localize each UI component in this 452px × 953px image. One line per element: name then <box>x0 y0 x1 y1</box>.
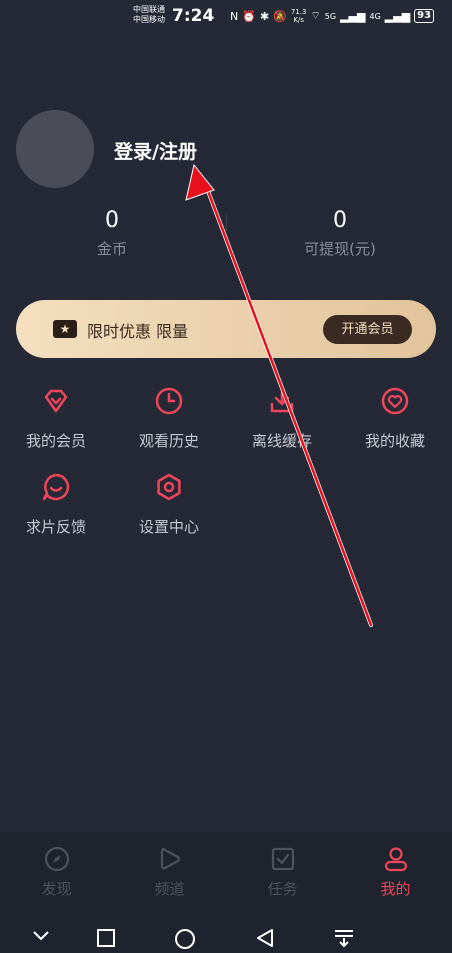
user-icon <box>384 847 407 872</box>
net-speed-value: 71.3 <box>290 8 307 16</box>
menu-label: 设置中心 <box>138 518 199 536</box>
system-nav-bar <box>0 906 452 953</box>
menu-label: 我的收藏 <box>364 432 425 450</box>
bottom-tab-bar: 发现 频道 任务 我的 <box>0 832 452 906</box>
signal-bars-icon-2: ▂▄▆ <box>384 9 411 23</box>
menu-label: 求片反馈 <box>25 518 86 536</box>
heart-icon <box>381 387 409 415</box>
open-vip-button[interactable]: 开通会员 <box>323 315 412 344</box>
task-icon <box>271 847 294 871</box>
nfc-icon: N <box>230 9 239 23</box>
cash-value: 0 <box>333 208 347 233</box>
avatar[interactable] <box>16 110 94 188</box>
carrier-info: 中国联通 中国移动 <box>133 5 165 25</box>
battery-indicator: 93 <box>414 9 435 23</box>
signal-5g: 5G <box>324 11 337 21</box>
carrier-1: 中国联通 <box>133 5 165 14</box>
tab-label: 频道 <box>154 880 185 898</box>
menu-label: 观看历史 <box>138 432 199 450</box>
signal-4g: 4G <box>369 11 381 21</box>
status-bar: 中国联通 中国移动 7:24 N ⏰ ✱ 🔕 71.3 K/s ⌔ 5G ▂▄▆… <box>0 0 452 34</box>
tab-channels[interactable]: 频道 <box>113 846 226 899</box>
settings-icon <box>157 473 181 501</box>
stats-divider <box>226 215 227 231</box>
vip-promo-banner[interactable]: ★ 限时优惠 限量 开通会员 <box>16 300 436 358</box>
menu-label: 我的会员 <box>25 432 86 450</box>
coins-stat[interactable]: 0 金币 <box>52 208 172 259</box>
menu-watch-history[interactable]: 观看历史 <box>113 386 225 451</box>
download-icon <box>270 388 294 413</box>
bluetooth-icon: ✱ <box>259 9 270 23</box>
net-speed-unit: K/s <box>293 16 304 24</box>
diamond-icon <box>44 389 68 413</box>
signal-bars-icon: ▂▄▆ <box>340 9 366 23</box>
wifi-icon: ⌔ <box>310 9 321 22</box>
tab-discover[interactable]: 发现 <box>0 846 113 899</box>
carrier-2: 中国移动 <box>133 15 165 24</box>
menu-offline-cache[interactable]: 离线缓存 <box>226 386 338 451</box>
chat-icon <box>42 473 70 501</box>
menu-request-feedback[interactable]: 求片反馈 <box>0 472 112 537</box>
compass-icon <box>44 846 69 872</box>
tab-tasks[interactable]: 任务 <box>226 846 339 899</box>
status-icons: N ⏰ ✱ 🔕 71.3 K/s ⌔ 5G ▂▄▆ 4G ▂▄▆ 93 <box>230 8 435 24</box>
tab-mine[interactable]: 我的 <box>339 846 452 899</box>
vip-promo-text: 限时优惠 限量 <box>87 322 189 341</box>
tab-label: 发现 <box>41 880 72 898</box>
net-speed: 71.3 K/s <box>291 8 307 24</box>
notification-drawer-icon[interactable] <box>333 928 355 948</box>
ticket-star-icon: ★ <box>53 320 77 338</box>
home-circle-icon[interactable] <box>174 928 196 950</box>
menu-settings-center[interactable]: 设置中心 <box>113 472 225 537</box>
alarm-icon: ⏰ <box>242 9 256 23</box>
clock-icon <box>155 387 183 415</box>
play-icon <box>160 847 180 870</box>
chevron-down-icon[interactable] <box>32 930 50 942</box>
tab-label: 任务 <box>267 880 298 898</box>
menu-label: 离线缓存 <box>251 432 312 450</box>
cash-stat[interactable]: 0 可提现(元) <box>280 208 400 259</box>
recents-square-icon[interactable] <box>96 928 116 948</box>
menu-my-favorites[interactable]: 我的收藏 <box>339 386 451 451</box>
login-register-link[interactable]: 登录/注册 <box>114 137 197 164</box>
tab-label: 我的 <box>380 880 411 898</box>
coins-label: 金币 <box>96 240 127 258</box>
coins-value: 0 <box>105 208 119 233</box>
status-time: 7:24 <box>172 6 215 26</box>
back-triangle-icon[interactable] <box>255 928 275 948</box>
menu-my-vip[interactable]: 我的会员 <box>0 386 112 451</box>
cash-label: 可提现(元) <box>304 240 376 258</box>
mute-icon: 🔕 <box>273 9 287 23</box>
